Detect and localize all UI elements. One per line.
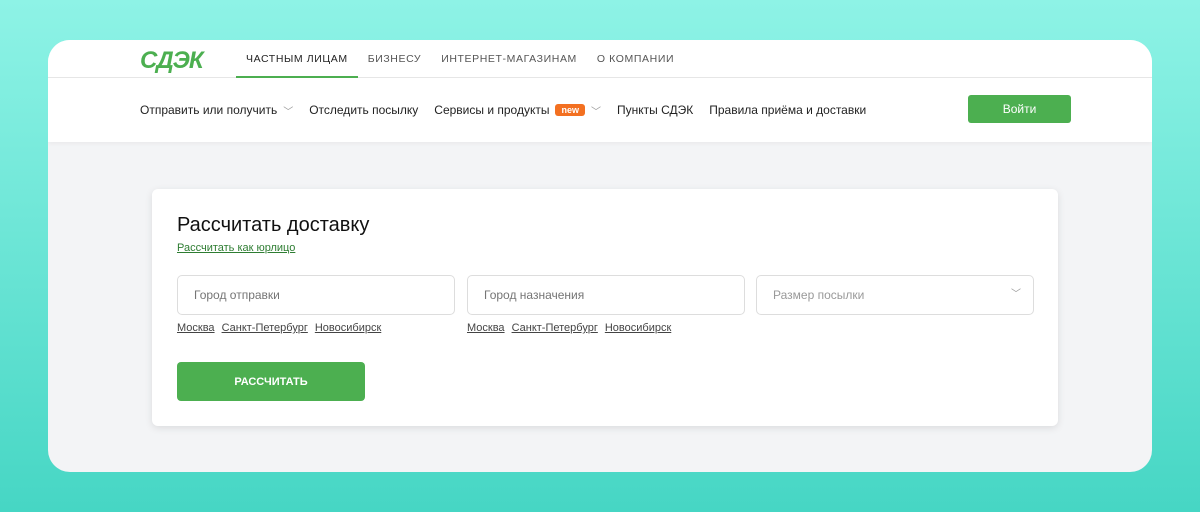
chevron-down-icon: ﹀ [1011, 289, 1021, 300]
nav-points[interactable]: Пункты СДЭК [617, 103, 693, 117]
destination-city-input[interactable] [467, 275, 745, 315]
legal-entity-link[interactable]: Рассчитать как юрлицо [177, 242, 295, 254]
destination-quick-cities: Москва Санкт-Петербург Новосибирск [467, 322, 671, 334]
main-nav: Отправить или получить ﹀ Отследить посылк… [48, 78, 1152, 142]
origin-quick-cities: Москва Санкт-Петербург Новосибирск [177, 322, 381, 334]
nav-track[interactable]: Отследить посылку [309, 103, 418, 117]
calculate-button[interactable]: РАССЧИТАТЬ [177, 362, 365, 401]
nav-services[interactable]: Сервисы и продукты new ﹀ [434, 103, 601, 118]
city-link[interactable]: Санкт-Петербург [222, 322, 308, 334]
city-link[interactable]: Москва [177, 322, 215, 334]
city-link[interactable]: Новосибирск [605, 322, 671, 334]
browser-window: СДЭК ЧАСТНЫМ ЛИЦАМ БИЗНЕСУ ИНТЕРНЕТ-МАГА… [48, 40, 1152, 472]
origin-city-input[interactable] [177, 275, 455, 315]
login-button[interactable]: Войти [968, 95, 1071, 123]
chevron-down-icon: ﹀ [283, 106, 294, 118]
city-link[interactable]: Новосибирск [315, 322, 381, 334]
tab-business[interactable]: БИЗНЕСУ [358, 40, 431, 78]
chevron-down-icon: ﹀ [590, 106, 601, 118]
tab-shops[interactable]: ИНТЕРНЕТ-МАГАЗИНАМ [431, 40, 587, 78]
delivery-calculator: Рассчитать доставку Рассчитать как юрлиц… [152, 189, 1058, 426]
parcel-size-placeholder: Размер посылки [773, 288, 865, 302]
city-link[interactable]: Санкт-Петербург [512, 322, 598, 334]
city-link[interactable]: Москва [467, 322, 505, 334]
cdek-logo[interactable]: СДЭК [140, 47, 204, 75]
new-badge: new [555, 104, 585, 116]
nav-send-label: Отправить или получить [140, 103, 278, 117]
top-bar: СДЭК ЧАСТНЫМ ЛИЦАМ БИЗНЕСУ ИНТЕРНЕТ-МАГА… [48, 40, 1152, 78]
tab-company[interactable]: О КОМПАНИИ [587, 40, 684, 78]
parcel-size-select[interactable]: Размер посылки ﹀ [756, 275, 1034, 315]
nav-send[interactable]: Отправить или получить ﹀ [140, 103, 293, 118]
page-title: Рассчитать доставку [177, 214, 370, 236]
nav-services-label: Сервисы и продукты [434, 103, 550, 117]
audience-tabs: ЧАСТНЫМ ЛИЦАМ БИЗНЕСУ ИНТЕРНЕТ-МАГАЗИНАМ… [236, 40, 684, 78]
tab-private[interactable]: ЧАСТНЫМ ЛИЦАМ [236, 40, 358, 78]
nav-rules[interactable]: Правила приёма и доставки [709, 103, 866, 117]
